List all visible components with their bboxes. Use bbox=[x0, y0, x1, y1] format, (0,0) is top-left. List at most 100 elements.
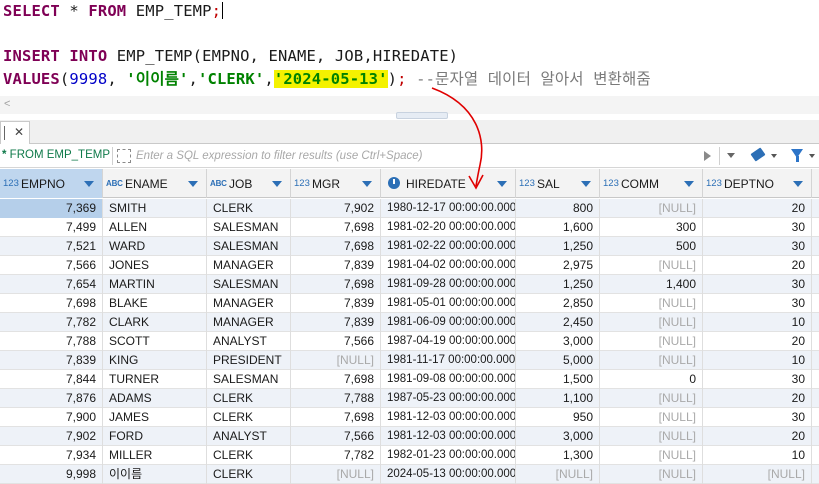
sort-arrow-icon[interactable] bbox=[188, 181, 198, 187]
cell-sal[interactable]: 1,100 bbox=[516, 389, 600, 408]
column-header-deptno[interactable]: 123 DEPTNO bbox=[703, 169, 812, 198]
filter-input[interactable] bbox=[136, 147, 696, 165]
filter-history-dropdown[interactable] bbox=[719, 147, 741, 165]
cell-sal[interactable]: 3,000 bbox=[516, 332, 600, 351]
cell-deptno[interactable]: 20 bbox=[703, 256, 812, 275]
cell-mgr[interactable]: 7,698 bbox=[291, 370, 381, 389]
cell-sal[interactable]: 2,850 bbox=[516, 294, 600, 313]
cell-job[interactable]: PRESIDENT bbox=[207, 351, 291, 370]
column-header-job[interactable]: ABC JOB bbox=[207, 169, 291, 198]
cell-sal[interactable]: 2,450 bbox=[516, 313, 600, 332]
cell-deptno[interactable]: 20 bbox=[703, 427, 812, 446]
cell-mgr[interactable]: 7,782 bbox=[291, 446, 381, 465]
cell-sal[interactable]: 1,250 bbox=[516, 275, 600, 294]
close-icon[interactable]: ✕ bbox=[14, 125, 24, 139]
cell-empno[interactable]: 9,998 bbox=[0, 465, 103, 484]
cell-hiredate[interactable]: 1981-09-28 00:00:00.000 bbox=[381, 275, 516, 294]
sql-editor[interactable]: SELECT * FROM EMP_TEMP; INSERT INTO EMP_… bbox=[0, 0, 819, 96]
table-row[interactable]: 7,844 TURNER SALESMAN 7,698 1981-09-08 00:00… bbox=[0, 370, 819, 389]
cell-empno[interactable]: 7,876 bbox=[0, 389, 103, 408]
sort-arrow-icon[interactable] bbox=[84, 181, 94, 187]
cell-comm[interactable]: [NULL] bbox=[600, 313, 703, 332]
cell-sal[interactable]: 1,250 bbox=[516, 237, 600, 256]
table-row[interactable]: 7,876 ADAMS CLERK 7,788 1987-05-23 00:00:00.… bbox=[0, 389, 819, 408]
cell-mgr[interactable]: [NULL] bbox=[291, 465, 381, 484]
cell-sal[interactable]: 1,600 bbox=[516, 218, 600, 237]
cell-mgr[interactable]: 7,698 bbox=[291, 275, 381, 294]
cell-mgr[interactable]: [NULL] bbox=[291, 351, 381, 370]
sort-arrow-icon[interactable] bbox=[684, 181, 694, 187]
funnel-dropdown-icon[interactable] bbox=[809, 154, 815, 158]
cell-empno[interactable]: 7,902 bbox=[0, 427, 103, 446]
cell-comm[interactable]: [NULL] bbox=[600, 199, 703, 218]
column-header-empno[interactable]: 123 EMPNO bbox=[0, 169, 103, 198]
table-row[interactable]: 7,566 JONES MANAGER 7,839 1981-04-02 00:00:0… bbox=[0, 256, 819, 275]
cell-empno[interactable]: 7,839 bbox=[0, 351, 103, 370]
table-row[interactable]: 7,654 MARTIN SALESMAN 7,698 1981-09-28 00:00… bbox=[0, 275, 819, 294]
cell-empno[interactable]: 7,900 bbox=[0, 408, 103, 427]
cell-hiredate[interactable]: 1982-01-23 00:00:00.000 bbox=[381, 446, 516, 465]
cell-job[interactable]: MANAGER bbox=[207, 313, 291, 332]
cell-comm[interactable]: [NULL] bbox=[600, 294, 703, 313]
table-row[interactable]: 7,499 ALLEN SALESMAN 7,698 1981-02-20 00:00:… bbox=[0, 218, 819, 237]
cell-hiredate[interactable]: 1981-09-08 00:00:00.000 bbox=[381, 370, 516, 389]
cell-mgr[interactable]: 7,839 bbox=[291, 313, 381, 332]
cell-ename[interactable]: ALLEN bbox=[103, 218, 207, 237]
cell-deptno[interactable]: 30 bbox=[703, 218, 812, 237]
cell-ename[interactable]: TURNER bbox=[103, 370, 207, 389]
table-row[interactable]: 7,902 FORD ANALYST 7,566 1981-12-03 00:00:00… bbox=[0, 427, 819, 446]
cell-job[interactable]: SALESMAN bbox=[207, 370, 291, 389]
cell-ename[interactable]: MARTIN bbox=[103, 275, 207, 294]
sql-line-values[interactable]: VALUES(9998, '이이름','CLERK','2024-05-13')… bbox=[3, 69, 651, 89]
eraser-dropdown-icon[interactable] bbox=[771, 154, 777, 158]
cell-job[interactable]: MANAGER bbox=[207, 294, 291, 313]
cell-job[interactable]: CLERK bbox=[207, 389, 291, 408]
cell-sal[interactable]: [NULL] bbox=[516, 465, 600, 484]
cell-hiredate[interactable]: 1980-12-17 00:00:00.000 bbox=[381, 199, 516, 218]
cell-sal[interactable]: 5,000 bbox=[516, 351, 600, 370]
cell-ename[interactable]: MILLER bbox=[103, 446, 207, 465]
cell-ename[interactable]: ADAMS bbox=[103, 389, 207, 408]
eraser-icon[interactable] bbox=[750, 147, 766, 162]
cell-sal[interactable]: 800 bbox=[516, 199, 600, 218]
cell-empno[interactable]: 7,782 bbox=[0, 313, 103, 332]
cell-ename[interactable]: WARD bbox=[103, 237, 207, 256]
cell-empno[interactable]: 7,788 bbox=[0, 332, 103, 351]
cell-empno[interactable]: 7,369 bbox=[0, 199, 103, 218]
cell-mgr[interactable]: 7,839 bbox=[291, 294, 381, 313]
cell-job[interactable]: SALESMAN bbox=[207, 275, 291, 294]
cell-job[interactable]: ANALYST bbox=[207, 332, 291, 351]
cell-hiredate[interactable]: 1981-02-22 00:00:00.000 bbox=[381, 237, 516, 256]
column-header-ename[interactable]: ABC ENAME bbox=[103, 169, 207, 198]
table-row[interactable]: 7,521 WARD SALESMAN 7,698 1981-02-22 00:00:0… bbox=[0, 237, 819, 256]
cell-comm[interactable]: [NULL] bbox=[600, 408, 703, 427]
cell-empno[interactable]: 7,499 bbox=[0, 218, 103, 237]
sort-arrow-icon[interactable] bbox=[362, 181, 372, 187]
cell-mgr[interactable]: 7,839 bbox=[291, 256, 381, 275]
column-header-comm[interactable]: 123 COMM bbox=[600, 169, 703, 198]
column-header-hiredate[interactable]: HIREDATE bbox=[381, 169, 516, 198]
cell-deptno[interactable]: [NULL] bbox=[703, 465, 812, 484]
cell-mgr[interactable]: 7,902 bbox=[291, 199, 381, 218]
cell-job[interactable]: CLERK bbox=[207, 465, 291, 484]
cell-ename[interactable]: SCOTT bbox=[103, 332, 207, 351]
scroll-left-arrow-icon[interactable]: < bbox=[4, 98, 10, 110]
sql-line-insert[interactable]: INSERT INTO EMP_TEMP(EMPNO, ENAME, JOB,H… bbox=[3, 46, 458, 66]
cell-comm[interactable]: [NULL] bbox=[600, 427, 703, 446]
cell-hiredate[interactable]: 1981-04-02 00:00:00.000 bbox=[381, 256, 516, 275]
cell-ename[interactable]: BLAKE bbox=[103, 294, 207, 313]
cell-deptno[interactable]: 30 bbox=[703, 294, 812, 313]
cell-sal[interactable]: 1,300 bbox=[516, 446, 600, 465]
cell-comm[interactable]: [NULL] bbox=[600, 351, 703, 370]
table-row[interactable]: 7,698 BLAKE MANAGER 7,839 1981-05-01 00:00:0… bbox=[0, 294, 819, 313]
cell-empno[interactable]: 7,654 bbox=[0, 275, 103, 294]
cell-comm[interactable]: [NULL] bbox=[600, 465, 703, 484]
cell-comm[interactable]: 500 bbox=[600, 237, 703, 256]
cell-job[interactable]: ANALYST bbox=[207, 427, 291, 446]
column-header-sal[interactable]: 123 SAL bbox=[516, 169, 600, 198]
table-row[interactable]: 7,839 KING PRESIDENT [NULL] 1981-11-17 00:00… bbox=[0, 351, 819, 370]
cell-comm[interactable]: [NULL] bbox=[600, 332, 703, 351]
table-row[interactable]: 7,782 CLARK MANAGER 7,839 1981-06-09 00:00:0… bbox=[0, 313, 819, 332]
cell-mgr[interactable]: 7,698 bbox=[291, 408, 381, 427]
cell-ename[interactable]: KING bbox=[103, 351, 207, 370]
